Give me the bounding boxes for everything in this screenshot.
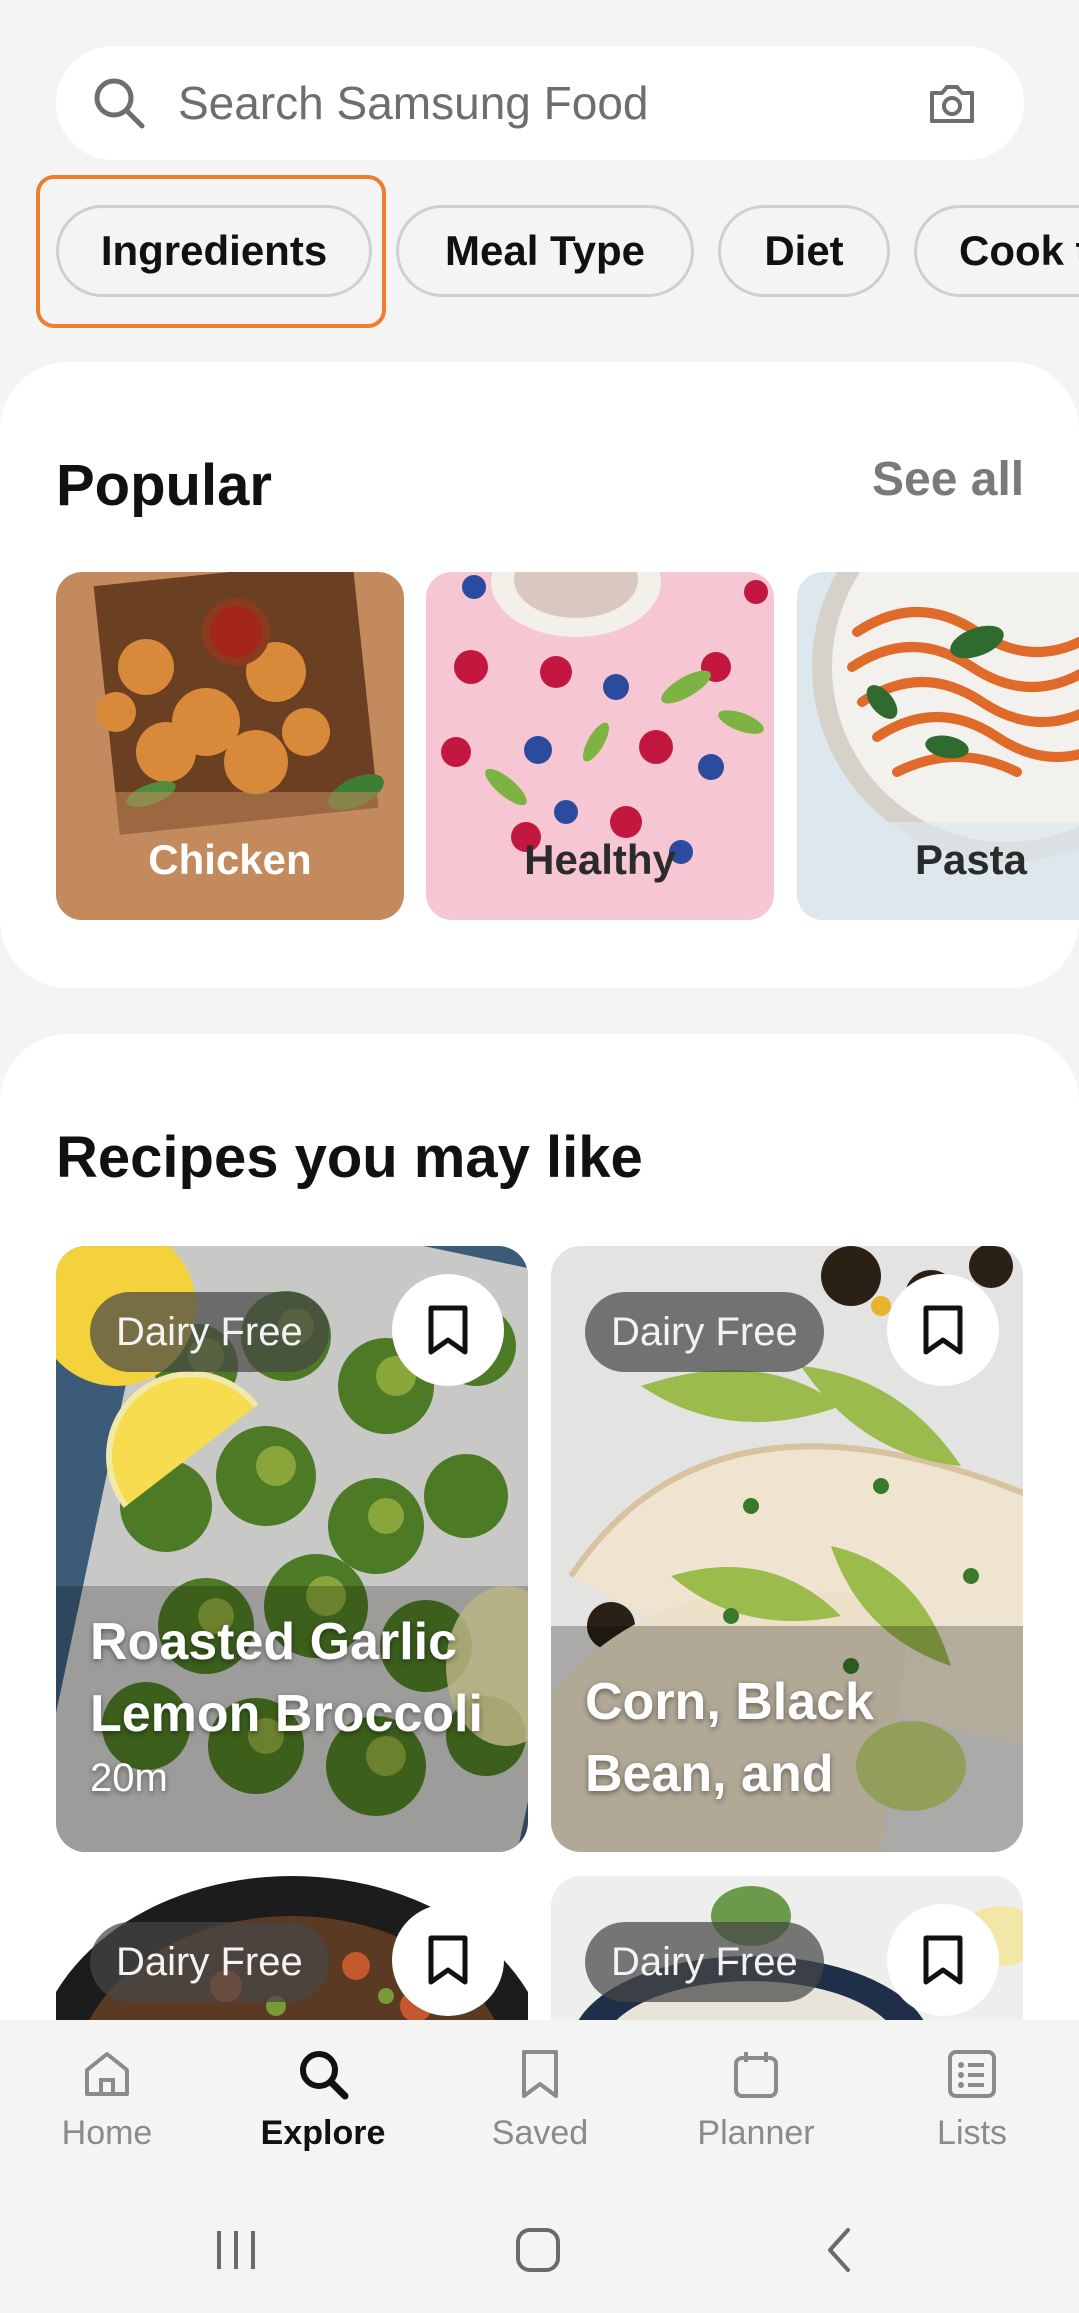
bookmark-button[interactable] [887,1274,999,1386]
recipe-title-line1: Roasted Garlic [90,1613,458,1671]
bookmark-button[interactable] [392,1904,504,2016]
search-icon [86,70,152,136]
search-bar[interactable]: Search Samsung Food [56,46,1024,160]
bottom-nav: Home Explore Saved Planner Lists [0,2020,1079,2180]
dairy-free-badge: Dairy Free [90,1922,329,2002]
see-all-link[interactable]: See all [872,452,1024,507]
home-icon [77,2044,137,2104]
recent-apps-button[interactable] [196,2210,276,2290]
home-button[interactable] [498,2210,578,2290]
search-input[interactable]: Search Samsung Food [178,76,920,130]
nav-label: Saved [491,2114,589,2152]
nav-planner[interactable]: Planner [666,2044,846,2174]
dairy-free-badge: Dairy Free [585,1922,824,2002]
recipe-card[interactable]: Dairy Free Corn, Black Bean, and [551,1246,1023,1852]
search-icon [293,2044,353,2104]
nav-home[interactable]: Home [17,2044,197,2174]
nav-label: Explore [260,2114,386,2152]
bookmark-icon [428,1305,468,1355]
chip-ingredients[interactable]: Ingredients [56,205,372,297]
dairy-free-badge: Dairy Free [585,1292,824,1372]
dairy-free-badge: Dairy Free [90,1292,329,1372]
tile-label: Pasta [914,836,1028,883]
camera-icon[interactable] [920,71,984,135]
back-button[interactable] [800,2210,880,2290]
home-square-icon [516,2228,560,2272]
tile-label: Healthy [524,836,676,883]
chip-meal-type[interactable]: Meal Type [396,205,694,297]
chip-diet[interactable]: Diet [718,205,890,297]
popular-tile-chicken[interactable]: Chicken [56,572,404,920]
nav-label: Lists [937,2114,1007,2152]
bookmark-icon [428,1935,468,1985]
bookmark-icon [923,1305,963,1355]
nav-saved[interactable]: Saved [450,2044,630,2174]
recipe-title-line2: Bean, and [585,1745,834,1803]
list-icon [942,2044,1002,2104]
back-icon [828,2228,850,2272]
recipe-time: 20m [90,1756,168,1800]
recipe-title-line2: Lemon Broccoli [90,1685,483,1743]
recipes-title: Recipes you may like [56,1125,643,1190]
popular-tile-pasta[interactable]: Pasta [797,572,1079,920]
bookmark-icon [510,2044,570,2104]
popular-tile-healthy[interactable]: Healthy [426,572,774,920]
filter-chips: Ingredients Meal Type Diet Cook t [0,172,1079,332]
tile-label: Chicken [148,836,312,883]
calendar-icon [726,2044,786,2104]
bookmark-icon [923,1935,963,1985]
nav-lists[interactable]: Lists [882,2044,1062,2174]
recipe-card[interactable]: Dairy Free [56,1876,528,2020]
recipe-card[interactable]: Dairy Free [551,1876,1023,2020]
chip-cook-time[interactable]: Cook t [914,205,1079,297]
recent-apps-icon [217,2231,255,2269]
nav-explore[interactable]: Explore [233,2044,413,2174]
recipe-title-line1: Corn, Black [585,1673,874,1731]
bookmark-button[interactable] [392,1274,504,1386]
popular-title: Popular [56,453,272,518]
recipe-card[interactable]: Dairy Free Roasted Garlic Lemon Broccoli… [56,1246,528,1852]
bookmark-button[interactable] [887,1904,999,2016]
nav-label: Home [61,2114,153,2152]
nav-label: Planner [697,2114,815,2152]
system-nav-bar [0,2180,1079,2313]
